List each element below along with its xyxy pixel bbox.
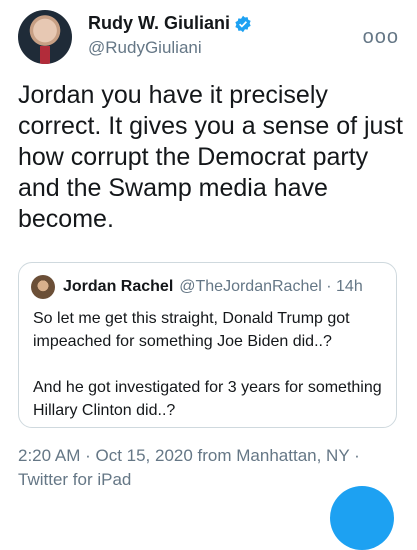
author-avatar[interactable] xyxy=(18,10,72,64)
quoted-author-handle-time: @TheJordanRachel · 14h xyxy=(179,278,363,295)
quoted-paragraph-2: And he got investigated for 3 years for … xyxy=(33,379,382,419)
author-name-row: Rudy W. Giuliani xyxy=(88,13,252,34)
quoted-author-name: Jordan Rachel xyxy=(63,278,174,295)
quoted-tweet-body: So let me get this straight, Donald Trum… xyxy=(33,307,383,422)
author-handle[interactable]: @RudyGiuliani xyxy=(88,38,202,58)
quoted-paragraph-1: So let me get this straight, Donald Trum… xyxy=(33,310,350,350)
compose-button[interactable] xyxy=(330,486,394,550)
tweet-text: Jordan you have it precisely correct. It… xyxy=(18,81,403,233)
tweet-metadata: 2:20 AM · Oct 15, 2020 from Manhattan, N… xyxy=(18,446,360,489)
quoted-tweet[interactable]: Jordan Rachel @TheJordanRachel · 14h So … xyxy=(18,262,397,428)
quoted-author-avatar xyxy=(31,275,55,299)
quoted-tweet-header: Jordan Rachel @TheJordanRachel · 14h xyxy=(31,275,386,299)
more-options-icon[interactable]: ooo xyxy=(363,26,399,49)
author-name[interactable]: Rudy W. Giuliani xyxy=(88,13,230,34)
tweet-header: Rudy W. Giuliani @RudyGiuliani ooo xyxy=(18,10,399,64)
verified-badge-icon xyxy=(235,15,251,32)
